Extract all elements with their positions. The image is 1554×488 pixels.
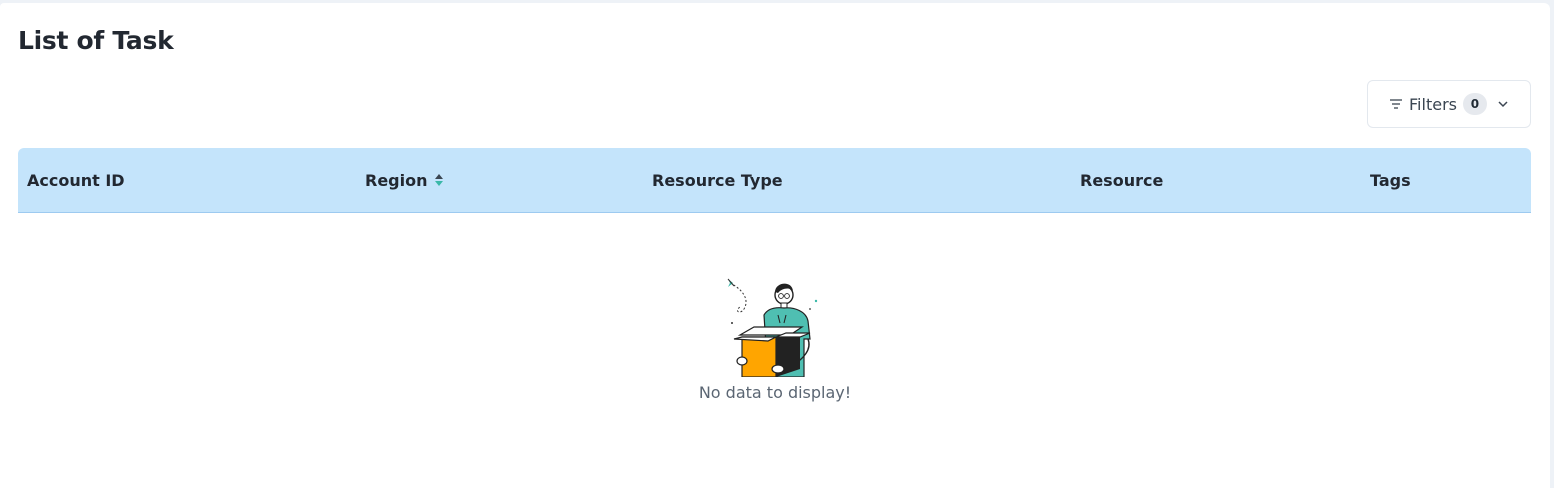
column-header-label: Resource xyxy=(1080,170,1164,190)
column-header-tags: Tags xyxy=(1370,148,1411,212)
chevron-down-icon xyxy=(1497,100,1509,108)
column-header-label: Region xyxy=(365,170,428,190)
column-header-account-id: Account ID xyxy=(27,148,125,212)
filter-lines-icon xyxy=(1389,98,1403,110)
filters-button[interactable]: Filters 0 xyxy=(1367,80,1531,128)
sort-icon[interactable] xyxy=(434,172,444,188)
empty-state: No data to display! xyxy=(0,277,1550,402)
filters-count-badge: 0 xyxy=(1462,93,1487,115)
page-title: List of Task xyxy=(18,26,174,55)
filters-label: Filters xyxy=(1409,94,1457,114)
column-header-label: Account ID xyxy=(27,170,125,190)
column-header-resource-type: Resource Type xyxy=(652,148,783,212)
person-with-empty-box-illustration xyxy=(727,278,818,377)
task-list-card: List of Task Filters 0 Account ID Region xyxy=(0,3,1550,488)
table-header: Account ID Region Resource Type Resource… xyxy=(18,148,1531,213)
column-header-label: Resource Type xyxy=(652,170,783,190)
empty-state-message: No data to display! xyxy=(698,383,852,402)
column-header-resource: Resource xyxy=(1080,148,1163,212)
column-header-label: Tags xyxy=(1370,170,1411,190)
column-header-region[interactable]: Region xyxy=(365,148,444,212)
